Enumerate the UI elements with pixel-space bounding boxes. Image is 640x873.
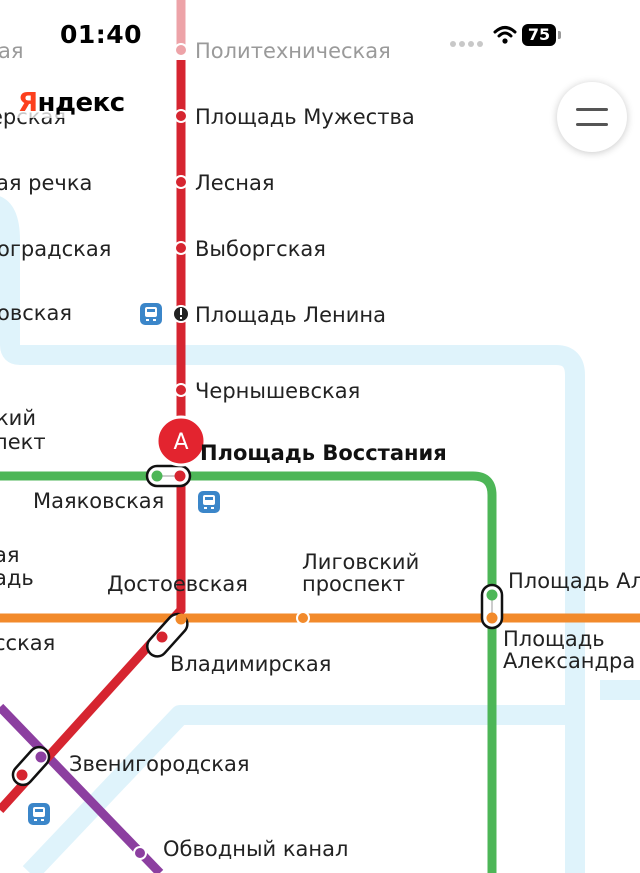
station-label-left-7[interactable]: пект xyxy=(0,430,46,454)
station-label-ploshchad-vosstaniya[interactable]: Площадь Восстания xyxy=(200,441,447,465)
station-label-left-1[interactable]: ая xyxy=(0,39,24,63)
train-icon xyxy=(198,491,220,513)
menu-icon-bar-bottom xyxy=(576,123,608,126)
station-label-left-5[interactable]: овская xyxy=(0,301,72,325)
station-label-politekhnicheskaya[interactable]: Политехническая xyxy=(195,39,391,63)
yandex-logo-rest: ндекс xyxy=(37,88,126,118)
station-label-chernyshevskaya[interactable]: Чернышевская xyxy=(195,379,360,403)
menu-button[interactable] xyxy=(557,82,627,152)
station-label-ligovsky-2[interactable]: проспект xyxy=(302,572,405,596)
station-label-left-3[interactable]: ая речка xyxy=(0,171,92,195)
station-label-lesnaya[interactable]: Лесная xyxy=(195,171,275,195)
station-label-left-8[interactable]: ая xyxy=(0,543,20,567)
status-time: 01:40 xyxy=(60,20,143,49)
train-icon xyxy=(28,803,50,825)
station-label-ploshchad-muzhestva[interactable]: Площадь Мужества xyxy=(195,105,415,129)
station-dot-lesnaya[interactable] xyxy=(174,175,188,189)
yandex-logo-first-letter: Я xyxy=(18,88,38,118)
station-label-ploshchad-lenina[interactable]: Площадь Ленина xyxy=(195,303,386,327)
station-label-ligovsky-1[interactable]: Лиговский xyxy=(302,550,419,574)
cellular-signal-icon xyxy=(450,32,490,47)
station-label-obvodny[interactable]: Обводный канал xyxy=(163,837,348,861)
transfer-vosstaniya-mayakovskaya[interactable] xyxy=(145,464,192,488)
station-label-ploshchad-aleksandra-2[interactable]: Александра xyxy=(503,649,635,673)
station-dot-politekhnicheskaya[interactable] xyxy=(174,43,188,57)
battery-icon: 75 xyxy=(522,24,556,46)
wifi-icon xyxy=(493,26,517,44)
station-dot-ploshchad-lenina[interactable] xyxy=(172,305,190,323)
station-label-ploshchad-al[interactable]: Площадь Ал xyxy=(508,569,640,593)
station-label-left-10[interactable]: сская xyxy=(0,631,55,655)
station-dot-ligovsky[interactable] xyxy=(296,611,310,625)
station-dot-chernyshevskaya[interactable] xyxy=(174,383,188,397)
station-label-left-6[interactable]: кий xyxy=(0,406,36,430)
route-start-pin[interactable]: А xyxy=(155,415,207,467)
station-dot-vyborgskaya[interactable] xyxy=(174,241,188,255)
route-start-pin-label: А xyxy=(173,430,188,455)
station-dot-obvodny[interactable] xyxy=(133,846,147,860)
train-icon xyxy=(140,303,162,325)
metro-map[interactable]: А Политехническая Площадь Мужества Лесна… xyxy=(0,0,640,873)
station-label-dostoevskaya[interactable]: Достоевская xyxy=(107,572,248,596)
transfer-zvenigorodskaya[interactable] xyxy=(9,743,53,789)
battery-tip xyxy=(558,31,561,39)
menu-icon-bar-top xyxy=(576,108,608,111)
yandex-logo: Яндекс xyxy=(16,88,127,118)
station-label-ploshchad-aleksandra-1[interactable]: Площадь xyxy=(503,627,605,651)
station-label-mayakovskaya[interactable]: Маяковская xyxy=(33,489,164,513)
station-label-zvenigorodskaya[interactable]: Звенигородская xyxy=(69,752,249,776)
station-label-left-4[interactable]: оградская xyxy=(0,237,111,261)
station-label-vladimirskaya[interactable]: Владимирская xyxy=(170,652,331,676)
station-dot-ploshchad-muzhestva[interactable] xyxy=(174,109,188,123)
transfer-ploshchad-aleksandra[interactable] xyxy=(480,583,504,630)
station-label-left-9[interactable]: адь xyxy=(0,566,34,590)
station-label-vyborgskaya[interactable]: Выборгская xyxy=(195,237,326,261)
